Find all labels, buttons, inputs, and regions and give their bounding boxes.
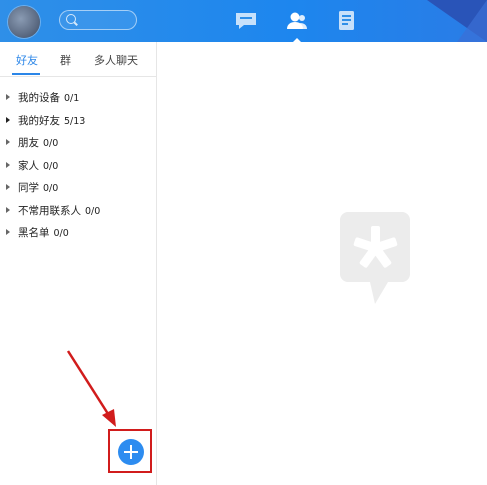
group-name: 家人 bbox=[18, 159, 39, 172]
group-name: 我的设备 bbox=[18, 92, 60, 104]
top-bar bbox=[0, 0, 487, 42]
friend-group-row[interactable]: 朋友 0/0 bbox=[0, 135, 156, 158]
contacts-icon[interactable] bbox=[284, 8, 310, 42]
friend-group-row[interactable]: 我的设备 0/1 bbox=[0, 90, 156, 113]
caret-right-icon bbox=[6, 94, 10, 100]
search-input[interactable] bbox=[59, 10, 137, 30]
active-tab-indicator bbox=[12, 73, 40, 75]
contact-tabs: 好友 群 多人聊天 bbox=[0, 42, 156, 77]
caret-right-icon bbox=[6, 229, 10, 235]
caret-right-icon bbox=[6, 161, 10, 168]
search-icon bbox=[66, 14, 76, 24]
friend-group-row[interactable]: 我的好友 5/13 bbox=[0, 113, 156, 136]
space-icon[interactable] bbox=[334, 8, 360, 34]
friend-group-row[interactable]: 黑名单 0/0 bbox=[0, 225, 156, 248]
group-count: 5/13 bbox=[64, 115, 86, 127]
group-count: 0/0 bbox=[43, 138, 59, 149]
friend-group-row[interactable]: 家人 0/0 bbox=[0, 158, 156, 181]
main-panel bbox=[157, 42, 487, 485]
group-count: 0/0 bbox=[53, 228, 69, 239]
tab-group[interactable]: 群 bbox=[60, 52, 71, 68]
caret-right-icon bbox=[6, 206, 10, 213]
group-name: 朋友 bbox=[18, 137, 39, 149]
caret-right-icon bbox=[6, 139, 10, 145]
header-corner-decoration-2 bbox=[457, 0, 487, 42]
group-name: 黑名单 bbox=[18, 227, 50, 239]
tab-multi-chat[interactable]: 多人聊天 bbox=[94, 52, 138, 68]
group-count: 0/0 bbox=[43, 183, 59, 194]
messages-icon[interactable] bbox=[233, 8, 259, 34]
asterisk-bubble-icon bbox=[340, 212, 410, 304]
group-count: 0/0 bbox=[85, 205, 101, 217]
contacts-window: 好友 群 多人聊天 我的设备 0/1 我的好友 5/13 朋友 0/0 家人 0/0 bbox=[0, 0, 487, 485]
group-count: 0/0 bbox=[43, 160, 59, 172]
caret-right-icon bbox=[6, 116, 10, 123]
group-name: 我的好友 bbox=[18, 114, 60, 127]
group-name: 同学 bbox=[18, 182, 39, 194]
group-name: 不常用联系人 bbox=[18, 204, 81, 217]
friend-group-row[interactable]: 同学 0/0 bbox=[0, 180, 156, 203]
annotation-arrow-icon bbox=[60, 345, 130, 435]
friend-group-list: 我的设备 0/1 我的好友 5/13 朋友 0/0 家人 0/0 同学 0/0 不常用联系… bbox=[0, 90, 156, 248]
avatar[interactable] bbox=[8, 6, 40, 38]
group-count: 0/1 bbox=[64, 93, 80, 104]
tab-friends[interactable]: 好友 bbox=[16, 52, 38, 68]
annotation-highlight-box bbox=[108, 429, 152, 473]
caret-right-icon bbox=[6, 184, 10, 190]
friend-group-row[interactable]: 不常用联系人 0/0 bbox=[0, 203, 156, 226]
